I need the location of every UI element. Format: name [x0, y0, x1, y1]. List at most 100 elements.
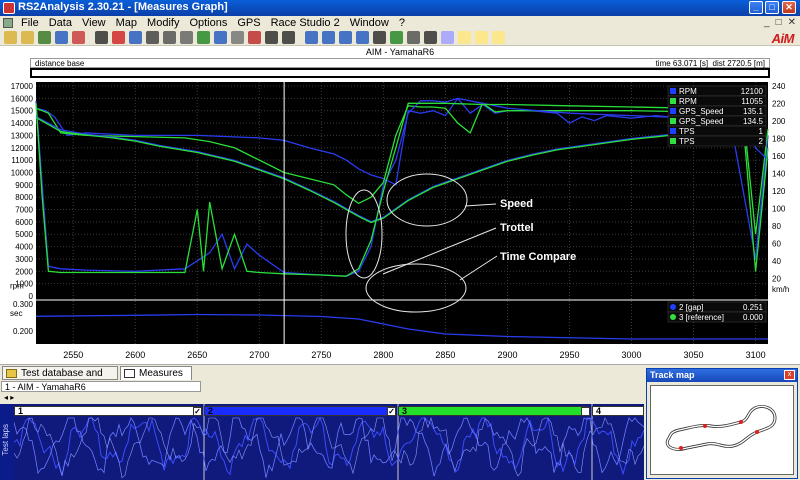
menu-help[interactable]: ?: [394, 17, 410, 29]
tools-icon[interactable]: [265, 31, 278, 44]
y-left-tick-label: 3000: [15, 255, 33, 264]
zoom-out-icon[interactable]: [373, 31, 386, 44]
measures-graph[interactable]: AIM - YamahaR6 distance base time 63.071…: [0, 46, 800, 364]
plot-area[interactable]: 2550 2600 2650 2700 2750 2800 2850 2900 2950 3000…: [0, 82, 800, 364]
layout-wide-icon[interactable]: [492, 31, 505, 44]
y-right-tick-label: 220: [772, 100, 786, 109]
measures-graph-icon[interactable]: [95, 31, 108, 44]
lap-checkbox[interactable]: ✓: [193, 407, 202, 416]
print-icon[interactable]: [72, 31, 85, 44]
lap-header-2[interactable]: ✓ 2: [193, 406, 394, 416]
info-bar: distance base time 63.071 [s] dist 2720.…: [30, 58, 770, 68]
menu-bar: File Data View Map Modify Options GPS Race Stud…: [0, 16, 800, 30]
channel-icon[interactable]: [441, 31, 454, 44]
zoom-icon[interactable]: [339, 31, 352, 44]
lap-header-3[interactable]: ✓ 3: [387, 406, 588, 416]
mdi-restore-button[interactable]: □: [776, 17, 782, 28]
window-title-bar[interactable]: RS2Analysis 2.30.21 - [Measures Graph] _…: [0, 0, 800, 16]
menu-options[interactable]: Options: [184, 17, 232, 29]
split-icon[interactable]: [146, 31, 159, 44]
legend-swatch: [670, 108, 676, 114]
y-left-tick-label: 10000: [11, 168, 34, 177]
layout-alt-icon[interactable]: [475, 31, 488, 44]
menu-map[interactable]: Map: [111, 17, 142, 29]
lap-number: 3: [402, 406, 408, 416]
maximize-button[interactable]: □: [765, 1, 779, 14]
app-icon: [3, 2, 15, 14]
y-left-tick-label: 16000: [11, 94, 34, 103]
minimize-button[interactable]: _: [749, 1, 763, 14]
track-map-close-button[interactable]: x: [784, 370, 795, 380]
laps-nav-arrows[interactable]: ◂ ▸: [4, 393, 14, 402]
filter-icon[interactable]: [282, 31, 295, 44]
track-map-canvas[interactable]: [650, 385, 794, 475]
menu-modify[interactable]: Modify: [142, 17, 184, 29]
menu-data[interactable]: Data: [44, 17, 77, 29]
report-icon[interactable]: [214, 31, 227, 44]
y-left-tick-label: 6000: [15, 218, 33, 227]
tab-measures-graph[interactable]: Measures Graph: [120, 366, 192, 392]
mdi-close-button[interactable]: ✕: [788, 17, 796, 28]
channels-icon[interactable]: [129, 31, 142, 44]
overlay-icon[interactable]: [163, 31, 176, 44]
menu-window[interactable]: Window: [345, 17, 394, 29]
table-icon[interactable]: [180, 31, 193, 44]
lap-header-4[interactable]: 4: [581, 406, 644, 416]
y-right-tick-label: 20: [772, 275, 781, 284]
layout-icon[interactable]: [458, 31, 471, 44]
cursor-icon[interactable]: [322, 31, 335, 44]
x-tick-label: 2900: [497, 350, 517, 360]
lap-checkbox[interactable]: ✓: [387, 407, 396, 416]
menu-gps[interactable]: GPS: [232, 17, 265, 29]
lap-overview-trace: [14, 416, 644, 476]
x-tick-label: 2800: [373, 350, 393, 360]
export-icon[interactable]: [38, 31, 51, 44]
gauge-icon[interactable]: [231, 31, 244, 44]
close-button[interactable]: ✕: [782, 1, 796, 14]
y-left-tick-label: 11000: [11, 156, 33, 165]
scatter-icon[interactable]: [197, 31, 210, 44]
track-marker: [739, 420, 743, 424]
document-icon[interactable]: [3, 18, 13, 28]
math-icon[interactable]: [248, 31, 261, 44]
tab-lap-manager[interactable]: Test database and Lap manager: [2, 366, 118, 392]
folder-icon: [6, 369, 17, 378]
y-right-tick-label: 140: [772, 170, 786, 179]
import-icon[interactable]: [55, 31, 68, 44]
laps-panel: 1 - AIM - YamahaR6 ◂ ▸ Test laps 1 ✓ 2 ✓ 3 4: [0, 380, 644, 480]
time-icon[interactable]: [390, 31, 403, 44]
y-left-tick-label: 9000: [15, 181, 33, 190]
y-lower-axis-label: sec: [10, 309, 22, 318]
stack-icon[interactable]: [424, 31, 437, 44]
open-icon[interactable]: [4, 31, 17, 44]
axis-icon[interactable]: [407, 31, 420, 44]
window-title: RS2Analysis 2.30.21 - [Measures Graph]: [18, 1, 228, 13]
lap-checkbox[interactable]: [581, 407, 590, 416]
legend-swatch: [670, 98, 676, 104]
track-map-title[interactable]: Track map: [647, 369, 797, 382]
legend-swatch: [670, 88, 676, 94]
y-left-tick-label: 4000: [15, 243, 33, 252]
menu-view[interactable]: View: [77, 17, 111, 29]
legend-name: TPS: [679, 127, 695, 136]
y-right-tick-label: 200: [772, 117, 786, 126]
x-tick-label: 2600: [125, 350, 145, 360]
x-tick-label: 2850: [435, 350, 455, 360]
cursor-position-bar[interactable]: [30, 68, 770, 78]
menu-race-studio-2[interactable]: Race Studio 2: [266, 17, 345, 29]
save-icon[interactable]: [21, 31, 34, 44]
histogram-icon[interactable]: [112, 31, 125, 44]
lap-number: 2: [208, 406, 214, 416]
zoom-in-icon[interactable]: [356, 31, 369, 44]
lap-header-1[interactable]: 1: [14, 406, 200, 416]
mdi-minimize-button[interactable]: _: [764, 17, 770, 28]
menu-file[interactable]: File: [16, 17, 44, 29]
track-marker: [703, 424, 707, 428]
distance-base-label: distance base: [35, 59, 85, 68]
gps-icon[interactable]: [305, 31, 318, 44]
cursor-readout: time 63.071 [s] dist 2720.5 [m]: [656, 59, 765, 68]
y-right-tick-label: 180: [772, 135, 786, 144]
x-tick-label: 3100: [746, 350, 766, 360]
y-right-tick-label: 240: [772, 82, 786, 91]
session-header[interactable]: 1 - AIM - YamahaR6: [1, 381, 201, 392]
